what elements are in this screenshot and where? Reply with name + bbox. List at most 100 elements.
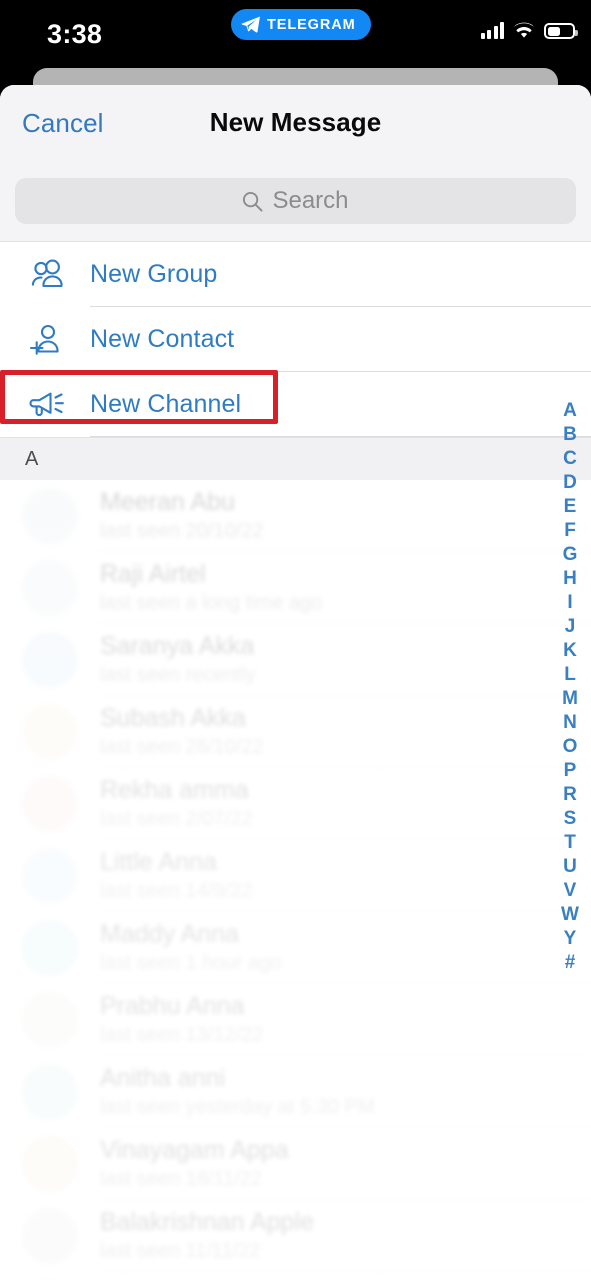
- avatar: [22, 920, 78, 976]
- avatar: [22, 848, 78, 904]
- alphabet-index-letter[interactable]: E: [564, 494, 577, 518]
- alphabet-index-letter[interactable]: B: [563, 422, 577, 446]
- page-title: New Message: [209, 107, 382, 137]
- contact-text: Prabhu Anna last seen 13/12/22: [100, 992, 263, 1048]
- new-group-label: New Group: [90, 260, 218, 288]
- paper-plane-icon: [241, 16, 260, 33]
- alphabet-index-letter[interactable]: R: [563, 782, 577, 806]
- contact-status: last seen 2/07/22: [100, 808, 253, 830]
- contact-name: Prabhu Anna: [100, 992, 245, 1020]
- signal-bars-icon: [480, 22, 504, 39]
- contact-text: Anitha anni last seen yesterday at 5:30 P…: [100, 1064, 375, 1120]
- avatar: [22, 560, 78, 616]
- avatar: [22, 1136, 78, 1192]
- contact-row[interactable]: Subash Akka last seen 26/10/22: [0, 696, 591, 768]
- contact-status: last seen 26/10/22: [100, 736, 264, 758]
- contact-row[interactable]: Vinayagam Appa last seen 18/11/22: [0, 1128, 591, 1200]
- alphabet-index-letter[interactable]: I: [567, 590, 572, 614]
- alphabet-index-letter[interactable]: L: [564, 662, 576, 686]
- contact-row[interactable]: Rekha amma last seen 2/07/22: [0, 768, 591, 840]
- contact-row[interactable]: Little Anna last seen 14/9/22: [0, 840, 591, 912]
- alphabet-index-letter[interactable]: K: [563, 638, 577, 662]
- contact-name: Anitha anni: [100, 1064, 226, 1092]
- alphabet-index-letter[interactable]: D: [563, 470, 577, 494]
- contact-text: Subash Akka last seen 26/10/22: [100, 704, 263, 760]
- alphabet-index-letter[interactable]: P: [564, 758, 577, 782]
- contact-text: Balakrishnan Apple last seen 11/11/22: [100, 1208, 314, 1264]
- contact-name: Maddy Anna: [100, 920, 239, 948]
- contact-text: Meeran Abu last seen 20/10/22: [100, 488, 263, 544]
- contact-row[interactable]: Anitha anni last seen yesterday at 5:30 P…: [0, 1056, 591, 1128]
- alphabet-index-letter[interactable]: V: [564, 878, 577, 902]
- action-list: New Group New Contact New Channel: [0, 242, 591, 437]
- contact-text: Raji Airtel last seen a long time ago: [100, 560, 322, 616]
- contact-row[interactable]: Suguna Annalast seen recently: [0, 1272, 591, 1280]
- contact-status: last seen a long time ago: [100, 592, 323, 614]
- group-icon: [28, 259, 72, 291]
- status-bar-time: 3:38: [47, 19, 103, 49]
- alphabet-index-letter[interactable]: Y: [564, 926, 577, 950]
- avatar: [22, 992, 78, 1048]
- contact-status: last seen 13/12/22: [100, 1024, 264, 1046]
- contact-status: last seen 11/11/22: [100, 1240, 261, 1262]
- alphabet-index-letter[interactable]: #: [565, 950, 576, 974]
- contact-row[interactable]: Balakrishnan Apple last seen 11/11/22: [0, 1200, 591, 1272]
- avatar: [22, 1064, 78, 1120]
- contact-name: Raji Airtel: [100, 560, 206, 588]
- person-plus-icon: [28, 323, 72, 357]
- alphabet-index-letter[interactable]: M: [562, 686, 578, 710]
- wifi-icon: [513, 22, 535, 38]
- contact-list: Meeran Abu last seen 20/10/22 Raji Airtel l…: [0, 480, 591, 1280]
- alphabet-index-letter[interactable]: N: [563, 710, 577, 734]
- alphabet-index-letter[interactable]: U: [563, 854, 577, 878]
- contact-text: Saranya Akka last seen recently: [100, 632, 256, 688]
- avatar: [22, 488, 78, 544]
- battery-icon: [544, 23, 578, 39]
- contact-row[interactable]: Raji Airtel last seen a long time ago: [0, 552, 591, 624]
- new-group-row[interactable]: New Group: [0, 242, 591, 307]
- sheet-navbar: Cancel New Message Search: [0, 85, 591, 242]
- new-channel-row[interactable]: New Channel: [0, 372, 591, 437]
- search-icon: [243, 191, 263, 212]
- alphabet-index-letter[interactable]: C: [563, 446, 577, 470]
- alphabet-index-letter[interactable]: O: [563, 734, 578, 758]
- telegram-badge-label: TELEGRAM: [267, 16, 356, 33]
- search-input[interactable]: Search: [15, 178, 576, 224]
- contact-status: last seen 18/11/22: [100, 1168, 262, 1190]
- row-separator: [90, 436, 591, 437]
- contact-status: last seen yesterday at 5:30 PM: [100, 1096, 375, 1118]
- contact-name: Little Anna: [100, 848, 217, 876]
- telegram-app-badge: TELEGRAM: [231, 9, 371, 40]
- section-header-a: A: [0, 437, 591, 480]
- new-channel-label: New Channel: [90, 390, 242, 418]
- section-header-label: A: [25, 447, 39, 470]
- new-contact-row[interactable]: New Contact: [0, 307, 591, 372]
- contact-row[interactable]: Maddy Anna last seen 1 hour ago: [0, 912, 591, 984]
- alphabet-index-letter[interactable]: J: [565, 614, 576, 638]
- alphabet-index-letter[interactable]: A: [563, 398, 577, 422]
- contact-text: Rekha amma last seen 2/07/22: [100, 776, 252, 832]
- status-bar-indicators: [480, 22, 578, 39]
- new-channel-wrapper: New Channel: [0, 370, 591, 437]
- alphabet-index-letter[interactable]: S: [564, 806, 577, 830]
- contact-name: Balakrishnan Apple: [100, 1208, 315, 1236]
- search-placeholder: Search: [272, 187, 349, 214]
- contact-name: Vinayagam Appa: [100, 1136, 289, 1164]
- contact-status: last seen recently: [100, 664, 256, 686]
- contact-text: Vinayagam Appa last seen 18/11/22: [100, 1136, 289, 1192]
- new-contact-label: New Contact: [90, 325, 235, 353]
- alphabet-index-letter[interactable]: W: [561, 902, 579, 926]
- alphabet-index-letter[interactable]: F: [564, 518, 576, 542]
- contact-text: Little Anna last seen 14/9/22: [100, 848, 252, 904]
- contact-rows: Meeran Abu last seen 20/10/22 Raji Airtel l…: [0, 480, 591, 1280]
- alphabet-index-letter[interactable]: T: [564, 830, 576, 854]
- contact-row[interactable]: Meeran Abu last seen 20/10/22: [0, 480, 591, 552]
- alphabet-index[interactable]: A B C D E F G H I J K L M N O P R S T U V W Y #: [555, 398, 585, 974]
- contact-row[interactable]: Saranya Akka last seen recently: [0, 624, 591, 696]
- contact-name: Saranya Akka: [100, 632, 255, 660]
- new-message-sheet: Cancel New Message Search New Group New …: [0, 85, 591, 1280]
- alphabet-index-letter[interactable]: H: [563, 566, 577, 590]
- alphabet-index-letter[interactable]: G: [563, 542, 578, 566]
- contact-row[interactable]: Prabhu Anna last seen 13/12/22: [0, 984, 591, 1056]
- avatar: [22, 704, 78, 760]
